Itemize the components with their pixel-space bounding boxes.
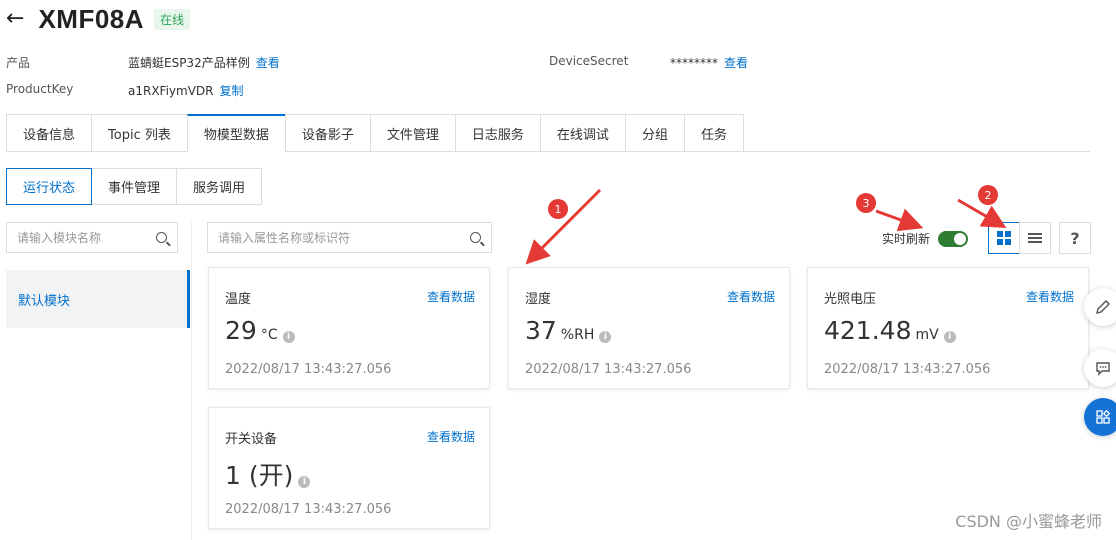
watermark: CSDN @小蜜蜂老师 (955, 512, 1102, 531)
annotation-arrow-1 (525, 188, 602, 265)
annotation-number-1: 1 (548, 199, 568, 219)
annotation-number-2: 2 (978, 185, 998, 205)
annotation-number-3: 3 (856, 193, 876, 213)
annotation-arrows (525, 188, 1007, 265)
annotation-arrow-3 (875, 208, 924, 232)
